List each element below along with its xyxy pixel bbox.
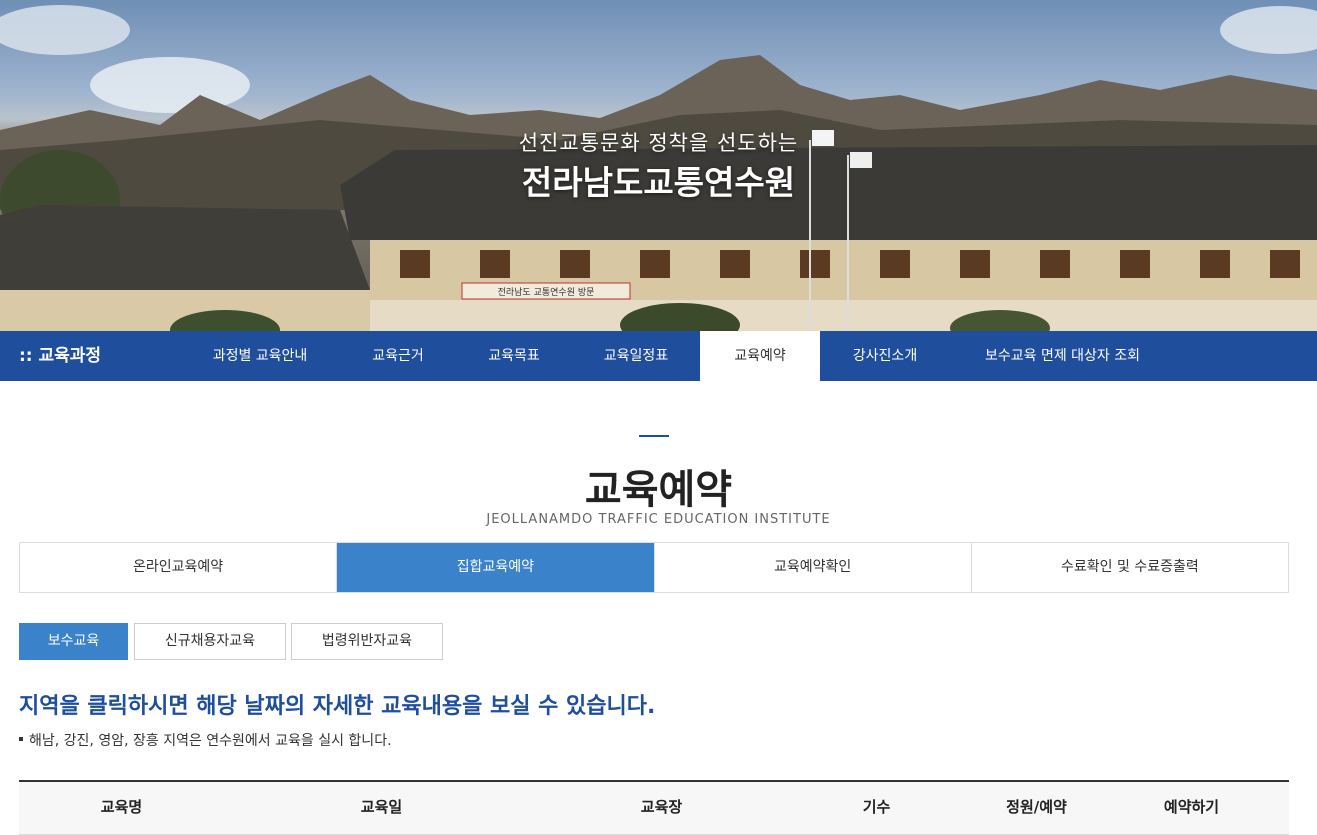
info-heading: 지역을 클릭하시면 해당 날짜의 자세한 교육내용을 보실 수 있습니다. (19, 694, 656, 719)
banner-sign-text: 전라남도 교통연수원 방문 (498, 287, 595, 298)
nav-item-instructors[interactable]: 강사진소개 (832, 331, 938, 381)
col-header-date: 교육일 (360, 798, 403, 816)
subtab-violator-education[interactable]: 법령위반자교육 (291, 623, 443, 660)
info-note: 해남, 강진, 영암, 장흥 지역은 연수원에서 교육을 실시 합니다. (19, 730, 392, 750)
nav-item-course-guide[interactable]: 과정별 교육안내 (190, 331, 330, 381)
schedule-table-header: 교육명 교육일 교육장 기수 정원/예약 예약하기 (19, 780, 1289, 835)
nav-item-goals[interactable]: 교육목표 (464, 331, 564, 381)
hero-title: 전라남도교통연수원 (521, 163, 796, 202)
subtab-refresher-education[interactable]: 보수교육 (19, 623, 128, 660)
tab-group-reservation[interactable]: 집합교육예약 (337, 543, 655, 592)
col-header-session: 기수 (862, 798, 891, 816)
nav-item-schedule[interactable]: 교육일정표 (580, 331, 692, 381)
col-header-course: 교육명 (100, 798, 143, 816)
title-accent-line (639, 435, 669, 437)
col-header-venue: 교육장 (640, 798, 683, 816)
global-nav: :: 교육과정 과정별 교육안내 교육근거 교육목표 교육일정표 교육예약 강사… (0, 331, 1317, 381)
reservation-tabs: 온라인교육예약 집합교육예약 교육예약확인 수료확인 및 수료증출력 (19, 542, 1289, 593)
info-note-text: 해남, 강진, 영암, 장흥 지역은 연수원에서 교육을 실시 합니다. (29, 733, 392, 749)
nav-item-reservation[interactable]: 교육예약 (700, 331, 820, 381)
tab-online-reservation[interactable]: 온라인교육예약 (20, 543, 338, 592)
bullet-square-icon (19, 737, 23, 741)
subtab-new-hire-education[interactable]: 신규채용자교육 (134, 623, 286, 660)
tab-completion-certificate[interactable]: 수료확인 및 수료증출력 (972, 543, 1288, 592)
nav-category-title: :: 교육과정 (19, 346, 102, 366)
tab-reservation-check[interactable]: 교육예약확인 (655, 543, 972, 592)
col-header-reserve: 예약하기 (1163, 798, 1220, 816)
nav-item-exemption-lookup[interactable]: 보수교육 면제 대상자 조회 (960, 331, 1165, 381)
hero-subtitle: 선진교통문화 정착을 선도하는 (518, 131, 799, 155)
page-title: 교육예약 (584, 467, 733, 513)
page-subtitle: JEOLLANAMDO TRAFFIC EDUCATION INSTITUTE (486, 512, 831, 527)
nav-item-basis[interactable]: 교육근거 (348, 331, 448, 381)
hero-banner: 전라남도 교통연수원 방문 선진교통문화 정착을 선도하는 전라남도교통연수원 (0, 0, 1317, 331)
col-header-capacity: 정원/예약 (1006, 798, 1067, 816)
